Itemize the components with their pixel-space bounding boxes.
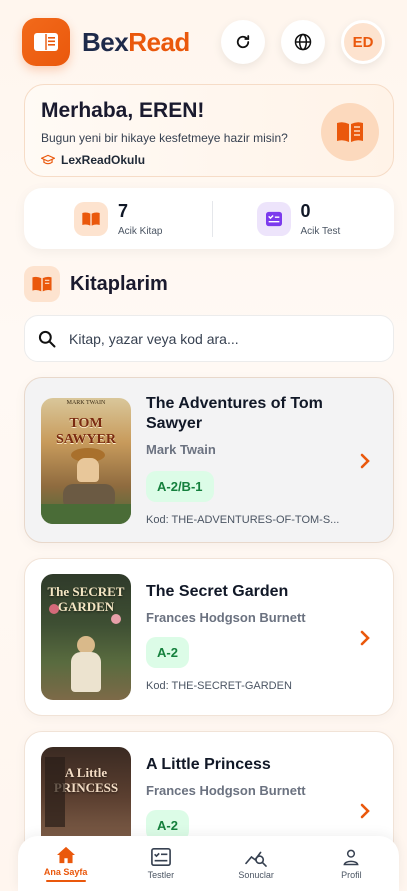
test-icon (150, 848, 171, 866)
logo (22, 18, 70, 66)
book-title: The Adventures of Tom Sawyer (146, 395, 323, 432)
search-input[interactable] (69, 330, 381, 347)
cover-title: TOM SAWYER (56, 416, 116, 447)
results-icon (245, 851, 267, 867)
active-indicator (45, 879, 86, 882)
refresh-button[interactable] (221, 20, 265, 64)
tab-label: Testler (147, 870, 175, 880)
book-cover: MARK TWAIN TOM SAWYER (41, 398, 131, 524)
refresh-icon (236, 35, 250, 49)
tab-label: Profil (341, 870, 362, 880)
school-name: LexReadOkulu (61, 153, 146, 167)
book-code: Kod: THE-ADVENTURES-OF-TOM-S... (146, 514, 340, 526)
stats-card: 7 Acik Kitap 0 Acik Test (24, 188, 394, 249)
stat-label: Acik Test (300, 225, 341, 237)
book-title: The Secret Garden (146, 583, 289, 600)
level-badge: A-2 (146, 637, 189, 668)
tab-profile[interactable]: Profil (311, 847, 391, 880)
graduation-cap-icon (41, 154, 55, 165)
stat-open-tests[interactable]: 0 Acik Test (211, 200, 395, 237)
tab-results[interactable]: Sonuclar (216, 847, 296, 880)
school-label: LexReadOkulu (41, 153, 377, 167)
book-card[interactable]: The SECRET GARDEN The Secret Garden Fran… (24, 558, 394, 716)
stat-label: Acik Kitap (118, 225, 163, 237)
section-title: Kitaplarim (70, 272, 168, 295)
stat-open-books[interactable]: 7 Acik Kitap (24, 201, 212, 237)
home-icon (56, 846, 75, 863)
checklist-icon (256, 201, 291, 236)
stat-value: 0 (300, 200, 311, 221)
welcome-card: Merhaba, EREN! Bugun yeni bir hikaye kes… (24, 84, 394, 177)
chevron-right-icon (360, 803, 370, 819)
brand-name: BexRead (82, 27, 190, 58)
stat-value: 7 (118, 200, 129, 221)
avatar[interactable]: ED (341, 20, 385, 64)
book-title: A Little Princess (146, 756, 271, 773)
search-icon (38, 330, 56, 347)
user-icon (343, 849, 359, 866)
level-badge: A-2/B-1 (146, 471, 214, 502)
globe-icon (294, 33, 312, 51)
cover-author: MARK TWAIN (66, 400, 106, 406)
book-open-icon (74, 201, 108, 236)
welcome-book-badge (321, 103, 379, 161)
book-author: Mark Twain (146, 442, 216, 457)
book-code: Kod: THE-SECRET-GARDEN (146, 680, 292, 692)
app-header: BexRead ED (0, 0, 407, 84)
book-card[interactable]: MARK TWAIN TOM SAWYER The Adventures of … (24, 377, 394, 543)
section-header: Kitaplarim (24, 266, 168, 302)
brand-part1: Bex (82, 26, 129, 57)
tab-label: Sonuclar (238, 870, 274, 880)
book-open-icon (337, 122, 363, 142)
book-cover: The SECRET GARDEN (41, 574, 131, 700)
book-open-icon (24, 266, 60, 302)
tab-tests[interactable]: Testler (121, 847, 201, 880)
tab-label: Ana Sayfa (43, 866, 88, 877)
search-bar[interactable] (24, 315, 394, 362)
tab-home[interactable]: Ana Sayfa (26, 846, 106, 882)
chevron-right-icon (360, 630, 370, 646)
book-author: Frances Hodgson Burnett (146, 783, 306, 798)
chevron-right-icon (360, 453, 370, 469)
language-button[interactable] (281, 20, 325, 64)
brand-part2: Read (128, 26, 190, 57)
book-icon (34, 33, 58, 51)
book-author: Frances Hodgson Burnett (146, 610, 306, 625)
bottom-tab-bar: Ana Sayfa Testler Sonuclar Profil (18, 836, 399, 891)
